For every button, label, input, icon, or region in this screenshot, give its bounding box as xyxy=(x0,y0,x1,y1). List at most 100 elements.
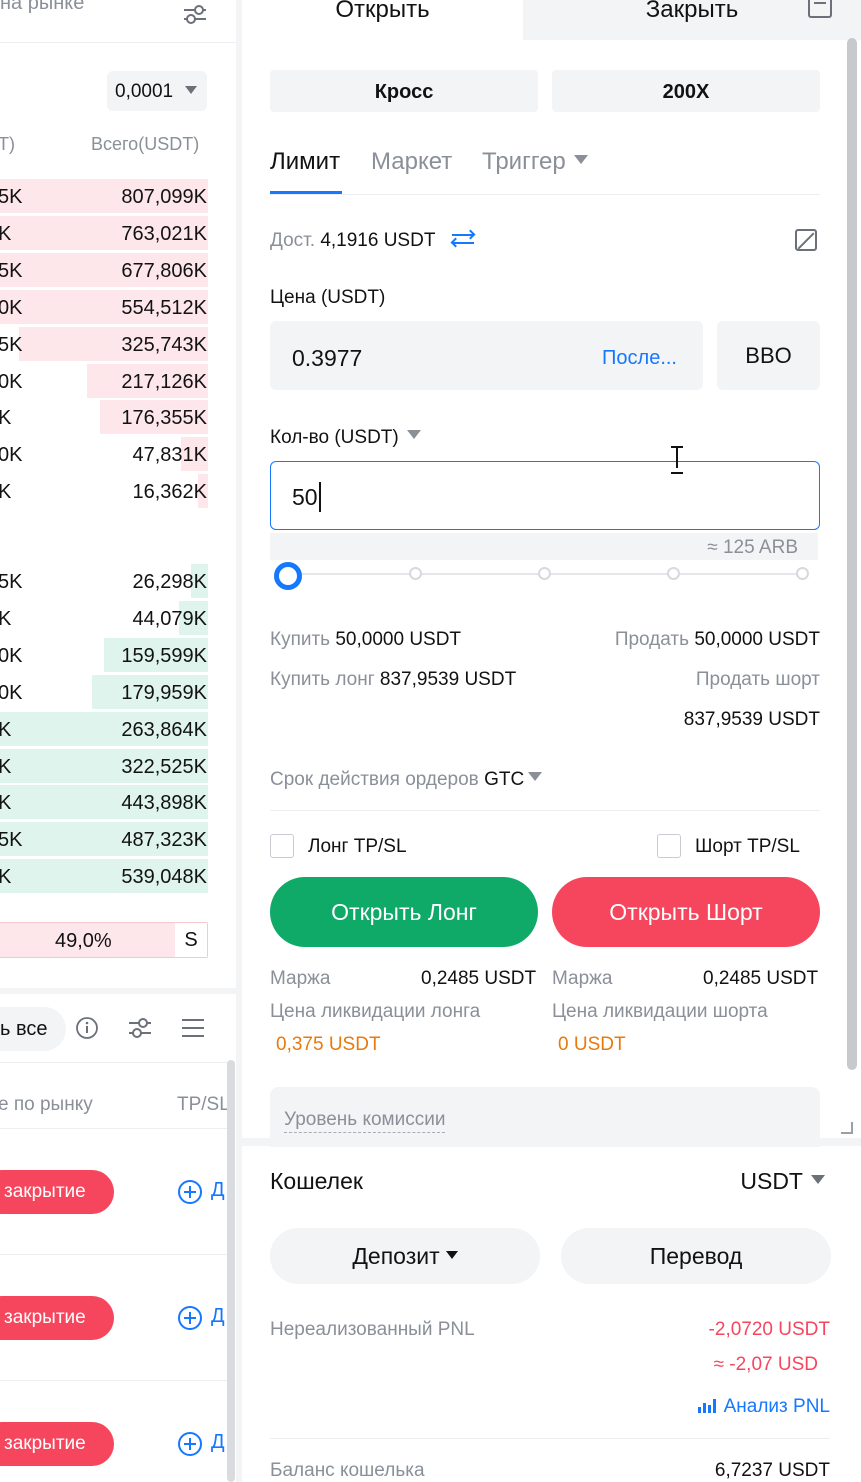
precision-select[interactable]: 0,0001 xyxy=(107,71,207,111)
market-close-button[interactable]: закрытие xyxy=(0,1422,114,1466)
chevron-down-icon xyxy=(528,772,543,782)
price-cell: K xyxy=(0,792,12,815)
qty-input[interactable]: 50 xyxy=(270,461,820,530)
deposit-button[interactable]: Депозит xyxy=(270,1228,540,1284)
price-cell: 0K xyxy=(0,681,23,704)
bid-row[interactable]: K 443,898K xyxy=(0,785,208,821)
bid-row[interactable]: K 44,079K xyxy=(0,600,208,637)
upnl-usd: ≈ -2,07 USD xyxy=(713,1354,818,1375)
section-divider xyxy=(0,988,236,994)
bid-row[interactable]: K 322,525K xyxy=(0,748,208,785)
long-tpsl-checkbox[interactable] xyxy=(270,834,294,858)
tab-trigger[interactable]: Триггер xyxy=(482,148,588,176)
short-tpsl-label: Шорт TP/SL xyxy=(695,836,800,857)
tif-value: GTC xyxy=(484,769,525,790)
tab-trigger-label: Триггер xyxy=(482,148,566,175)
calculator-icon[interactable] xyxy=(808,0,832,18)
tab-open[interactable]: Открыть xyxy=(242,0,523,40)
divider xyxy=(0,1254,228,1255)
slider-step-75[interactable] xyxy=(667,567,680,580)
time-in-force-select[interactable]: Срок действия ордеров GTC xyxy=(270,769,543,791)
add-tpsl-label[interactable]: Д xyxy=(211,1431,225,1454)
menu-icon[interactable] xyxy=(181,1017,205,1039)
balance-value: 6,7237 USDT xyxy=(714,1460,830,1481)
open-long-button[interactable]: Открыть Лонг xyxy=(270,877,538,947)
ask-row[interactable]: K 763,021K xyxy=(0,215,208,252)
transfer-icon[interactable] xyxy=(450,229,476,248)
qty-value: 50 xyxy=(292,484,318,510)
market-close-button[interactable]: закрытие xyxy=(0,1170,114,1214)
ask-row[interactable]: 5K 807,099K xyxy=(0,179,208,215)
transfer-button[interactable]: Перевод xyxy=(561,1228,831,1284)
price-cell: K xyxy=(0,407,12,430)
liq-long-value: 0,375 USDT xyxy=(276,1034,381,1055)
bid-row[interactable]: K 539,048K xyxy=(0,859,208,895)
scrollbar[interactable] xyxy=(847,38,857,1070)
market-close-button[interactable]: закрытие xyxy=(0,1296,114,1340)
tab-limit[interactable]: Лимит xyxy=(270,148,340,176)
price-cell: 0K xyxy=(0,644,23,667)
left-column: на рынке 0,0001 T) Всего(USDT) 5K 807,099… xyxy=(0,0,236,1482)
buy-long-label: Купить лонг xyxy=(270,669,375,690)
tab-market[interactable]: Маркет xyxy=(371,148,452,176)
bid-row[interactable]: K 263,864K xyxy=(0,711,208,748)
add-tpsl-label[interactable]: Д xyxy=(211,1179,225,1202)
short-tpsl-checkbox[interactable] xyxy=(657,834,681,858)
buy-long-amount: Купить лонг 837,9539 USDT xyxy=(270,669,516,691)
price-input[interactable]: 0.3977 После... xyxy=(270,321,703,390)
buy-label: Купить xyxy=(270,629,331,650)
bid-row[interactable]: 5K 487,323K xyxy=(0,822,208,858)
slider-step-100[interactable] xyxy=(796,567,809,580)
divider xyxy=(0,1380,228,1381)
slider-step-50[interactable] xyxy=(538,567,551,580)
qty-slider-handle[interactable] xyxy=(274,562,302,590)
scrollbar[interactable] xyxy=(227,1060,235,1482)
chevron-down-icon xyxy=(185,86,197,94)
sell-short-label: Продать шорт xyxy=(695,669,820,690)
filter-icon[interactable] xyxy=(127,1016,153,1040)
margin-mode-button[interactable]: Кросс xyxy=(270,70,538,112)
sell-short-value-wrap: 837,9539 USDT xyxy=(684,709,820,731)
sell-label: Продать xyxy=(614,629,690,650)
close-all-button[interactable]: ь все xyxy=(0,1007,66,1051)
info-icon[interactable] xyxy=(75,1016,99,1040)
sell-value: 50,0000 USDT xyxy=(694,629,820,650)
leverage-button[interactable]: 200X xyxy=(552,70,820,112)
section-divider xyxy=(242,1138,861,1146)
ask-row[interactable]: 5K 677,806K xyxy=(0,252,208,289)
total-cell: 807,099K xyxy=(121,186,207,208)
sell-short-value: 837,9539 USDT xyxy=(683,709,820,730)
ask-row[interactable]: 0K 47,831K xyxy=(0,437,208,473)
qty-label-select[interactable]: Кол-во (USDT) xyxy=(270,427,421,449)
filter-icon[interactable] xyxy=(182,4,208,24)
ask-row[interactable]: K 176,355K xyxy=(0,400,208,436)
fee-level-link[interactable]: Уровень комиссии xyxy=(284,1109,446,1133)
bid-row[interactable]: 0K 179,959K xyxy=(0,674,208,711)
chart-icon xyxy=(697,1397,716,1413)
bbo-button[interactable]: BBO xyxy=(717,321,820,390)
wallet-currency-select[interactable]: USDT xyxy=(740,1168,825,1195)
slider-step-25[interactable] xyxy=(409,567,422,580)
add-tpsl-label[interactable]: Д xyxy=(211,1305,225,1328)
add-tpsl-icon[interactable] xyxy=(178,1180,202,1204)
qty-approx-value: ≈ 125 ARB xyxy=(707,537,798,558)
total-cell: 179,959K xyxy=(121,681,207,704)
ask-row[interactable]: 0K 217,126K xyxy=(0,363,208,400)
bid-row[interactable]: 0K 159,599K xyxy=(0,637,208,674)
pnl-analysis-label: Анализ PNL xyxy=(723,1396,830,1417)
last-price-button[interactable]: После... xyxy=(602,347,677,370)
divider xyxy=(270,1438,830,1439)
open-short-button[interactable]: Открыть Шорт xyxy=(552,877,820,947)
price-cell: 5K xyxy=(0,186,23,208)
percent-icon[interactable] xyxy=(795,229,817,251)
add-tpsl-icon[interactable] xyxy=(178,1432,202,1456)
bid-row[interactable]: 5K 26,298K xyxy=(0,564,208,600)
total-cell: 44,079K xyxy=(132,607,207,630)
ask-row[interactable]: 5K 325,743K xyxy=(0,326,208,363)
add-tpsl-icon[interactable] xyxy=(178,1306,202,1330)
ask-row[interactable]: K 16,362K xyxy=(0,474,208,510)
ask-row[interactable]: 0K 554,512K xyxy=(0,289,208,326)
sell-short-label-wrap: Продать шорт xyxy=(696,669,820,691)
resize-handle-icon[interactable] xyxy=(841,1122,853,1134)
pnl-analysis-link[interactable]: Анализ PNL xyxy=(697,1396,830,1418)
